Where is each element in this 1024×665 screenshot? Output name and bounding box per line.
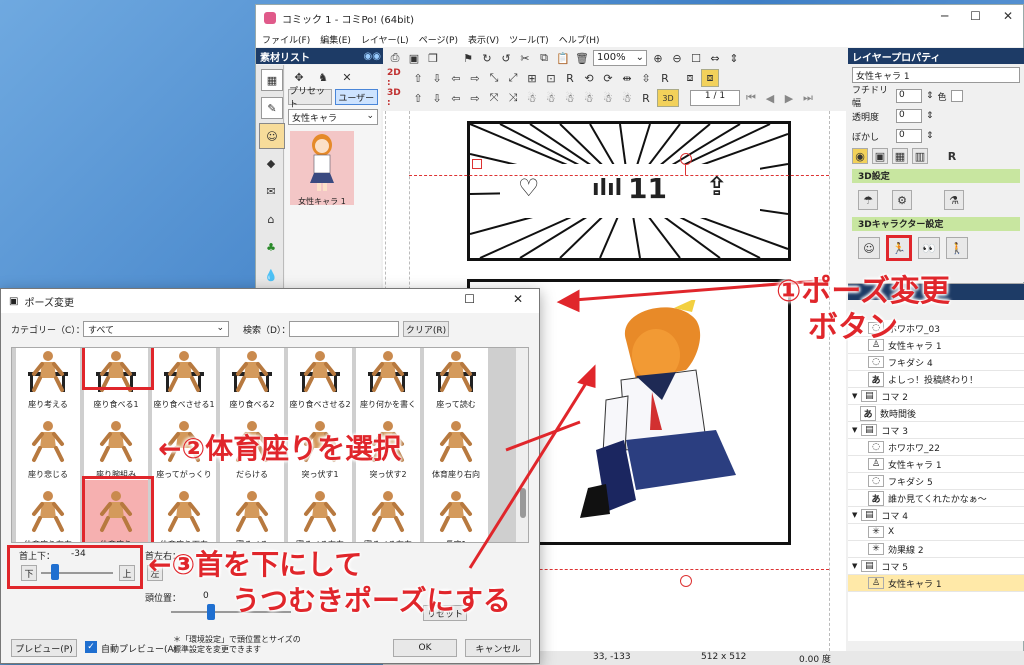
annotation-select-pose: ←②体育座りを選択 (158, 432, 402, 465)
annotation-pose-button-line1: ①ポーズ変更 (776, 274, 950, 309)
annotation-neck-down-line1: ←③首を下にして (148, 548, 363, 581)
annotation-neck-down-line2: うつむきポーズにする (232, 584, 511, 617)
annotation-pose-button-line2: ボタン (808, 310, 898, 345)
